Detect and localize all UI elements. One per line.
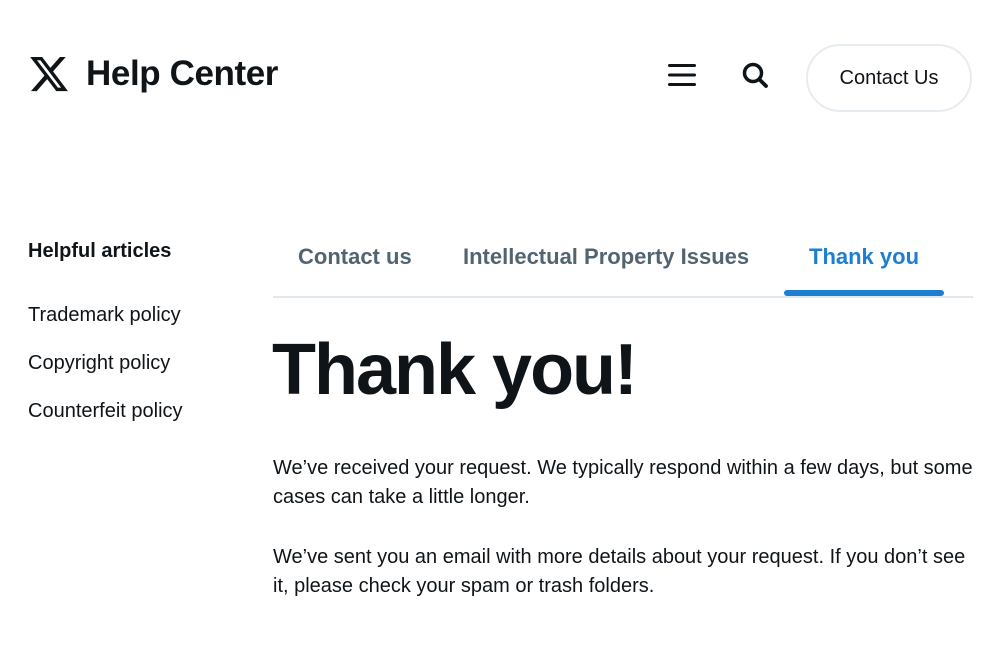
brand[interactable]: Help Center [28, 52, 278, 96]
contact-us-button[interactable]: Contact Us [806, 44, 972, 112]
tab-contact-us[interactable]: Contact us [298, 238, 412, 296]
tab-bar: Contact us Intellectual Property Issues … [273, 238, 973, 298]
helpful-articles-sidebar: Helpful articles Trademark policy Copyri… [28, 240, 248, 446]
page-title: Thank you! [272, 330, 638, 410]
x-logo-icon[interactable] [28, 52, 70, 96]
sidebar-item-counterfeit-policy[interactable]: Counterfeit policy [28, 398, 248, 446]
active-tab-indicator [784, 290, 944, 296]
search-icon [742, 62, 768, 88]
sidebar-heading: Helpful articles [28, 240, 172, 262]
menu-button[interactable] [666, 59, 698, 91]
site-header: Help Center Contact Us [28, 44, 972, 112]
brand-title[interactable]: Help Center [86, 54, 278, 94]
confirmation-paragraph: We’ve received your request. We typicall… [273, 457, 973, 508]
tab-intellectual-property-issues[interactable]: Intellectual Property Issues [463, 238, 749, 296]
sidebar-item-copyright-policy[interactable]: Copyright policy [28, 350, 248, 398]
help-center-page: Help Center Contact Us Helpful articles … [0, 0, 1000, 650]
email-notice-paragraph: We’ve sent you an email with more detail… [273, 546, 966, 597]
tab-thank-you[interactable]: Thank you [809, 238, 919, 296]
hamburger-menu-icon [668, 64, 696, 86]
sidebar-item-trademark-policy[interactable]: Trademark policy [28, 302, 248, 350]
search-button[interactable] [740, 60, 770, 90]
